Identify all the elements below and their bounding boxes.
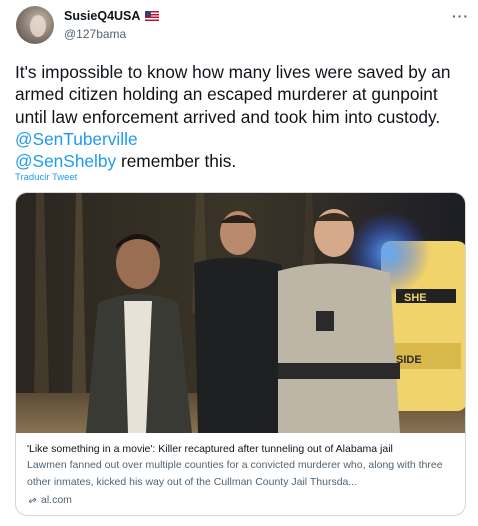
card-description: Lawmen fanned out over multiple counties…	[27, 459, 443, 488]
card-domain[interactable]: al.com	[27, 494, 459, 506]
author-handle[interactable]: @127bama	[64, 27, 126, 41]
tweet[interactable]: SusieQ4USA @127bama ··· It's impossible …	[0, 0, 478, 526]
author-name-row[interactable]: SusieQ4USA	[64, 9, 160, 23]
car-badge-text: SHE	[404, 292, 427, 304]
tweet-text: It's impossible to know how many lives w…	[15, 61, 465, 172]
mention-senshelby[interactable]: @SenShelby	[15, 151, 116, 171]
card-domain-label: al.com	[41, 494, 72, 506]
tweet-text-tail: remember this.	[116, 151, 237, 172]
card-text[interactable]: 'Like something in a movie': Killer reca…	[27, 441, 459, 506]
card-photo[interactable]: SHE SIDE	[16, 193, 466, 433]
mention-sentuberville[interactable]: @SenTuberville	[15, 129, 138, 149]
link-card[interactable]: SHE SIDE 'Like something in a movie': Ki…	[15, 192, 466, 516]
translate-tweet-link[interactable]: Traducir Tweet	[15, 172, 77, 183]
more-options-button[interactable]: ···	[452, 8, 469, 24]
avatar[interactable]	[16, 6, 54, 44]
link-icon	[29, 497, 36, 503]
us-flag-icon	[145, 11, 160, 21]
author-display-name[interactable]: SusieQ4USA	[64, 9, 140, 23]
card-title[interactable]: 'Like something in a movie': Killer reca…	[27, 441, 459, 457]
tweet-text-body: It's impossible to know how many lives w…	[15, 62, 451, 127]
